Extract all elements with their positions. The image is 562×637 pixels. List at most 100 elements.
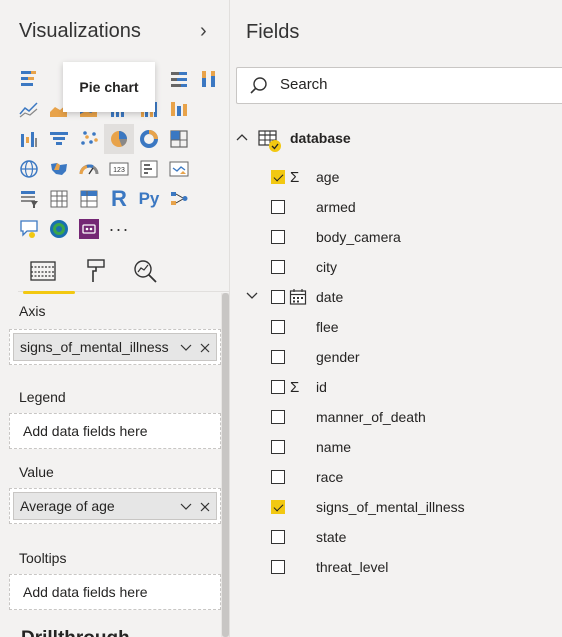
field-checkbox[interactable] <box>271 530 285 544</box>
value-well[interactable]: Average of age <box>9 488 221 524</box>
value-label: Value <box>19 464 54 480</box>
kpi-icon[interactable] <box>164 154 194 184</box>
value-field-pill[interactable]: Average of age <box>13 492 217 520</box>
format-paint-roller-icon[interactable] <box>79 256 113 286</box>
fields-tab-icon[interactable] <box>23 256 75 294</box>
custom-visual-icon[interactable] <box>74 214 104 244</box>
field-row-state[interactable]: state <box>231 525 562 549</box>
empty-cell <box>194 184 224 214</box>
100-bar-alt-icon[interactable] <box>164 64 194 94</box>
r-visual-label: R <box>111 186 127 211</box>
field-checkbox[interactable] <box>271 290 285 304</box>
field-checkbox[interactable] <box>271 320 285 334</box>
treemap-icon[interactable] <box>164 124 194 154</box>
field-row-id[interactable]: Σ id <box>231 375 562 399</box>
field-wells: Axis signs_of_mental_illness Legend Add … <box>0 293 229 637</box>
close-icon[interactable] <box>199 500 211 514</box>
funnel-icon[interactable] <box>44 124 74 154</box>
wells-scrollbar-thumb[interactable] <box>222 293 229 637</box>
key-influencers-icon[interactable] <box>164 184 194 214</box>
legend-well[interactable]: Add data fields here <box>9 413 221 449</box>
arcgis-icon[interactable] <box>44 214 74 244</box>
field-name: date <box>316 289 344 305</box>
table-node-database[interactable]: database <box>231 126 562 152</box>
field-name: signs_of_mental_illness <box>316 499 465 515</box>
field-checkbox[interactable] <box>271 500 285 514</box>
field-name: name <box>316 439 352 455</box>
line-icon[interactable] <box>14 94 44 124</box>
scatter-icon[interactable] <box>74 124 104 154</box>
field-row-threat-level[interactable]: threat_level <box>231 555 562 579</box>
axis-label: Axis <box>19 303 46 319</box>
r-visual-icon[interactable]: R <box>104 184 134 214</box>
search-input[interactable] <box>280 76 530 93</box>
waterfall-alt-icon[interactable] <box>14 124 44 154</box>
field-row-gender[interactable]: gender <box>231 345 562 369</box>
field-checkbox[interactable] <box>271 170 285 184</box>
table-icon[interactable] <box>44 184 74 214</box>
field-checkbox[interactable] <box>271 470 285 484</box>
donut-icon[interactable] <box>134 124 164 154</box>
python-visual-icon[interactable]: Py <box>134 184 164 214</box>
field-name: manner_of_death <box>316 409 426 425</box>
field-name: gender <box>316 349 360 365</box>
pie-icon[interactable] <box>104 124 134 154</box>
100-column-icon[interactable] <box>194 64 224 94</box>
multirow-card-icon[interactable] <box>134 154 164 184</box>
more-visuals-label: ··· <box>108 218 130 239</box>
chevron-down-icon[interactable] <box>179 341 193 355</box>
field-row-age[interactable]: Σ age <box>231 165 562 189</box>
field-name: body_camera <box>316 229 401 245</box>
chevron-up-icon[interactable] <box>235 131 249 146</box>
empty-cell <box>194 154 224 184</box>
field-row-body-camera[interactable]: body_camera <box>231 225 562 249</box>
map-icon[interactable] <box>14 154 44 184</box>
waterfall-icon[interactable] <box>194 94 224 124</box>
tooltips-well[interactable]: Add data fields here <box>9 574 221 610</box>
filled-map-icon[interactable] <box>44 154 74 184</box>
close-icon[interactable] <box>199 341 211 355</box>
field-checkbox[interactable] <box>271 560 285 574</box>
field-checkbox[interactable] <box>271 440 285 454</box>
search-box[interactable] <box>236 67 562 104</box>
field-row-city[interactable]: city <box>231 255 562 279</box>
field-name: state <box>316 529 347 545</box>
field-name: race <box>316 469 344 485</box>
axis-field-pill[interactable]: signs_of_mental_illness <box>13 333 217 361</box>
field-row-race[interactable]: race <box>231 465 562 489</box>
field-checkbox[interactable] <box>271 410 285 424</box>
card-icon[interactable]: 123 <box>104 154 134 184</box>
field-row-name[interactable]: name <box>231 435 562 459</box>
field-checkbox[interactable] <box>271 200 285 214</box>
ribbon-icon[interactable] <box>164 94 194 124</box>
field-row-armed[interactable]: armed <box>231 195 562 219</box>
calendar-icon <box>289 288 307 309</box>
python-visual-label: Py <box>138 189 160 208</box>
pane-tab-bar <box>18 252 229 294</box>
field-name: flee <box>316 319 339 335</box>
collapse-pane-chevron-icon[interactable]: › <box>200 20 207 43</box>
field-row-flee[interactable]: flee <box>231 315 562 339</box>
chevron-down-icon[interactable] <box>245 290 259 305</box>
more-visuals-icon[interactable]: ··· <box>104 214 134 244</box>
drillthrough-section-title: Drillthrough <box>21 628 130 637</box>
analytics-magnifier-icon[interactable] <box>128 256 162 286</box>
field-checkbox[interactable] <box>271 260 285 274</box>
field-row-manner-of-death[interactable]: manner_of_death <box>231 405 562 429</box>
field-row-date[interactable]: date <box>231 285 562 309</box>
slicer-icon[interactable] <box>14 184 44 214</box>
field-checkbox[interactable] <box>271 230 285 244</box>
legend-placeholder: Add data fields here <box>23 423 148 439</box>
chevron-down-icon[interactable] <box>179 500 193 514</box>
field-checkbox[interactable] <box>271 380 285 394</box>
stacked-bar-icon[interactable] <box>14 64 44 94</box>
axis-well[interactable]: signs_of_mental_illness <box>9 329 221 365</box>
sigma-icon: Σ <box>290 168 300 186</box>
qa-icon[interactable] <box>14 214 44 244</box>
gauge-icon[interactable] <box>74 154 104 184</box>
field-checkbox[interactable] <box>271 350 285 364</box>
matrix-icon[interactable] <box>74 184 104 214</box>
sigma-icon: Σ <box>290 378 300 396</box>
fields-title: Fields <box>246 21 300 43</box>
field-row-signs-of-mental-illness[interactable]: signs_of_mental_illness <box>231 495 562 519</box>
